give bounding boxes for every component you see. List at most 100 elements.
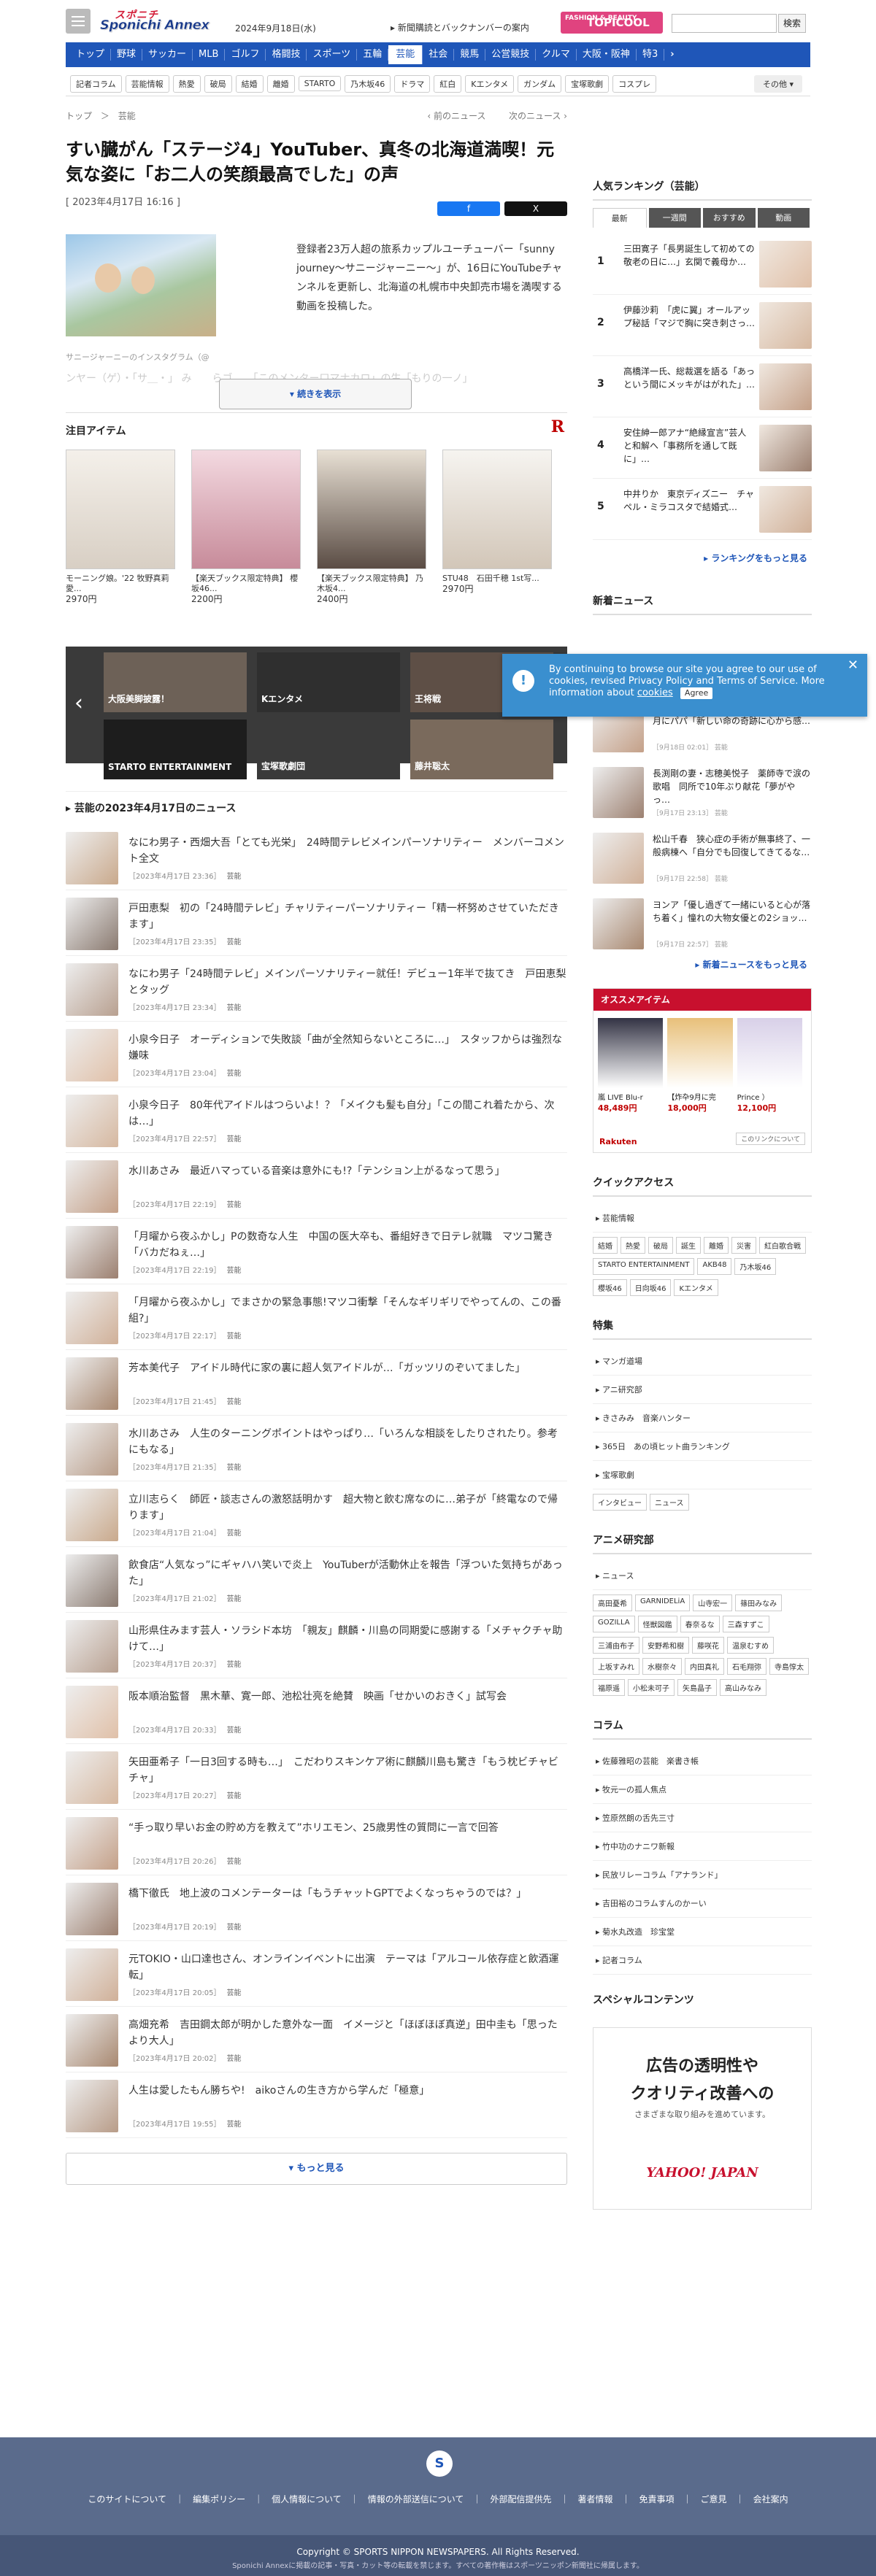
news-row[interactable]: 立川志らく 師匠・談志さんの激怒話明かす 超大物と飲む席なのに…弟子が「終電なの… xyxy=(66,1481,567,1547)
gnav-item[interactable]: 芸能 xyxy=(388,45,423,64)
snav-item[interactable]: ドラマ xyxy=(394,74,431,93)
snav-item[interactable]: ガンダム xyxy=(518,74,562,93)
anime-tag[interactable]: 石毛翔弥 xyxy=(727,1658,766,1675)
footer-link[interactable]: 免責事項 xyxy=(639,2494,675,2504)
snav-item[interactable]: 熱愛 xyxy=(172,74,201,93)
attention-item[interactable]: 【楽天ブックス限定特典】 櫻坂46... 2200円 xyxy=(191,450,301,604)
tokushu-item[interactable]: ▸ 365日 あの頃ヒット曲ランキング xyxy=(593,1432,812,1461)
news-row[interactable]: 高畑充希 吉田鋼太郎が明かした意外な一面 イメージと「ほぼほぼ真逆」田中圭も「思… xyxy=(66,2007,567,2072)
footer-link[interactable]: 編集ポリシー xyxy=(193,2494,245,2504)
anime-tag[interactable]: 高山みなみ xyxy=(720,1679,766,1696)
carousel-card[interactable]: Kエンタメ xyxy=(257,652,400,712)
snav-item[interactable]: 乃木坂46 xyxy=(345,74,391,93)
anime-tag[interactable]: 温泉むすめ xyxy=(727,1637,774,1654)
new-news-row[interactable]: 長渕剛の妻・志穂美悦子 薬師寺で涙の歌唱 同所で10年ぶり献花「夢がやっ… ［9月… xyxy=(593,761,812,827)
gnav-item[interactable]: 大阪・阪神 xyxy=(577,49,637,61)
ranking-row[interactable]: 1 三田寛子「長男誕生して初めての敬老の日に…」玄関で義母か… xyxy=(593,234,812,295)
ranking-tab[interactable]: 一週間 xyxy=(648,208,701,228)
footer-link[interactable]: 情報の外部送信について xyxy=(368,2494,464,2504)
anime-tag[interactable]: 福原遥 xyxy=(593,1679,625,1696)
news-row[interactable]: 橋下徹氏 地上波のコメンテーターは「もうチャットGPTでよくなっちゃうのでは？」… xyxy=(66,1875,567,1941)
footer-link[interactable]: 個人情報について xyxy=(272,2494,342,2504)
carousel-card[interactable]: 藤井聡太 xyxy=(410,720,553,779)
gnav-item[interactable]: 競馬 xyxy=(454,49,486,61)
quick-tag[interactable]: 熱愛 xyxy=(620,1237,645,1254)
read-more-button[interactable]: ▾ 続きを表示 xyxy=(219,379,412,409)
quick-tag[interactable]: 結婚 xyxy=(593,1237,618,1254)
news-row[interactable]: 阪本順治監督 黒木華、寛一郎、池松壮亮を絶賛 映画「せかいのおきく」試写会 ［20… xyxy=(66,1678,567,1744)
anime-tag[interactable]: 内田真礼 xyxy=(685,1658,724,1675)
cookie-agree-button[interactable]: Agree xyxy=(680,687,713,699)
news-row[interactable]: 芳本美代子 アイドル時代に家の裏に超人気アイドルが…「ガッツリのぞいてました」 ［… xyxy=(66,1350,567,1416)
attention-item[interactable]: STU48 石田千穂 1st写... 2970円 xyxy=(442,450,552,604)
anime-tag[interactable]: 水樹奈々 xyxy=(642,1658,682,1675)
snav-item[interactable]: 紅白 xyxy=(434,74,462,93)
ranking-row[interactable]: 5 中井りか 東京ディズニー チャペル・ミラコスタで結婚式… xyxy=(593,479,812,540)
new-news-more-link[interactable]: ▸ 新着ニュースをもっと見る xyxy=(597,958,807,971)
snav-item[interactable]: 結婚 xyxy=(235,74,264,93)
news-row[interactable]: 水川あさみ 人生のターニングポイントはやっぱり…「いろんな相談をしたりされたり。… xyxy=(66,1416,567,1481)
gnav-item[interactable]: 特3 xyxy=(637,49,665,61)
gnav-item[interactable]: スポーツ xyxy=(307,49,358,61)
quick-tag[interactable]: AKB48 xyxy=(697,1258,732,1275)
news-row[interactable]: なにわ男子「24時間テレビ」メインパーソナリティー就任！デビュー1年半で抜てき … xyxy=(66,956,567,1022)
breadcrumb-geino[interactable]: 芸能 xyxy=(118,111,136,121)
attention-item[interactable]: 【楽天ブックス限定特典】 乃木坂4... 2400円 xyxy=(317,450,426,604)
tokushu-tag[interactable]: インタビュー xyxy=(593,1494,647,1511)
yahoo-ad[interactable]: 広告の透明性や クオリティ改善への さまざまな取り組みを進めています。 YAHO… xyxy=(593,2027,812,2210)
site-logo[interactable]: スポニチ Sponichi Annex xyxy=(100,7,226,34)
x-share-button[interactable]: X xyxy=(504,201,567,216)
tokushu-tag[interactable]: ニュース xyxy=(650,1494,689,1511)
ranking-tab[interactable]: 最新 xyxy=(593,208,647,228)
column-item[interactable]: ▸ 記者コラム xyxy=(593,1946,812,1975)
anime-tag[interactable]: 寺島惇太 xyxy=(769,1658,809,1675)
anime-tag[interactable]: 春奈るな xyxy=(680,1616,720,1632)
gnav-arrow-icon[interactable]: › xyxy=(664,49,680,61)
news-row[interactable]: 水川あさみ 最近ハマっている音楽は意外にも!?「テンション上がるなって思う」 ［2… xyxy=(66,1153,567,1219)
gnav-item[interactable]: 公営競技 xyxy=(485,49,537,61)
column-item[interactable]: ▸ 竹中功のナニワ新報 xyxy=(593,1832,812,1861)
quick-tag[interactable]: Kエンタメ xyxy=(674,1279,718,1296)
anime-tag[interactable]: 山寺宏一 xyxy=(693,1594,733,1611)
breadcrumb-top[interactable]: トップ xyxy=(66,111,92,121)
osusume-item[interactable]: Prince ） 12,100円 xyxy=(737,1018,802,1114)
anime-tag[interactable]: 安野希和樹 xyxy=(642,1637,689,1654)
quick-tag[interactable]: 紅白歌合戦 xyxy=(759,1237,806,1254)
news-row[interactable]: 元TOKIO・山口達也さん、オンラインイベントに出演 テーマは「アルコール依存症… xyxy=(66,1941,567,2007)
snav-item[interactable]: 離婚 xyxy=(266,74,295,93)
column-item[interactable]: ▸ 笠原然朗の舌先三寸 xyxy=(593,1804,812,1832)
snav-item[interactable]: 宝塚歌劇 xyxy=(565,74,610,93)
news-row[interactable]: 小泉今日子 80年代アイドルはつらいよ！？「メイクも髪も自分」「この間これ着たか… xyxy=(66,1087,567,1153)
gnav-item[interactable]: 五輪 xyxy=(357,49,389,61)
carousel-card[interactable]: 大阪美脚披露！ xyxy=(104,652,247,712)
quick-access-head[interactable]: ▸ 芸能情報 xyxy=(593,1204,812,1233)
search-input[interactable] xyxy=(672,14,777,33)
anime-tag[interactable]: 三浦由布子 xyxy=(593,1637,639,1654)
snav-item[interactable]: 芸能情報 xyxy=(125,74,169,93)
subscribe-link[interactable]: ▸ 新聞購読とバックナンバーの案内 xyxy=(391,21,529,34)
snav-item[interactable]: 破局 xyxy=(204,74,232,93)
prev-next-nav[interactable]: ‹ 前のニュース 次のニュース › xyxy=(427,109,567,122)
new-news-row[interactable]: 松山千春 狭心症の手術が無事終了、一般病棟へ「自分でも回復してきてるな… ［9月1… xyxy=(593,827,812,892)
anime-tag[interactable]: 三森すずこ xyxy=(722,1616,769,1632)
snav-item[interactable]: コスプレ xyxy=(612,74,657,93)
attention-item[interactable]: モーニング娘。'22 牧野真莉愛... 2970円 xyxy=(66,450,175,604)
news-row[interactable]: 「月曜から夜ふかし」でまさかの緊急事態!マツコ衝撃「そんなギリギリでやってんの、… xyxy=(66,1284,567,1350)
news-row[interactable]: 人生は愛したもん勝ちや! aikoさんの生き方から学んだ「極意」 ［2023年4月… xyxy=(66,2072,567,2138)
menu-icon[interactable] xyxy=(66,9,91,34)
carousel-prev-icon[interactable]: ‹ xyxy=(74,690,83,716)
news-row[interactable]: 山形県住みます芸人・ソラシド本坊 「親友」麒麟・川島の同期愛に感謝する「メチャク… xyxy=(66,1613,567,1678)
tokushu-item[interactable]: ▸ アニ研究部 xyxy=(593,1376,812,1404)
quick-tag[interactable]: 災害 xyxy=(731,1237,756,1254)
quick-tag[interactable]: 離婚 xyxy=(704,1237,729,1254)
gnav-item[interactable]: 格闘技 xyxy=(266,49,307,61)
news-row[interactable]: 飲食店“人気なっ”にギャハハ笑いで炎上 YouTuberが活動休止を報告「浮つい… xyxy=(66,1547,567,1613)
ranking-tab[interactable]: おすすめ xyxy=(703,208,756,228)
anime-tag[interactable]: 篠田みなみ xyxy=(735,1594,783,1611)
tokushu-item[interactable]: ▸ 宝塚歌劇 xyxy=(593,1461,812,1489)
ranking-row[interactable]: 2 伊藤沙莉 「虎に翼」オールアップ秘話「マジで胸に突き刺さっ… xyxy=(593,295,812,356)
carousel-card[interactable]: STARTO ENTERTAINMENT xyxy=(104,720,247,779)
carousel-card[interactable]: 宝塚歌劇団 xyxy=(257,720,400,779)
footer-link[interactable]: 外部配信提供先 xyxy=(490,2494,551,2504)
snav-item[interactable]: STARTO xyxy=(298,76,342,91)
